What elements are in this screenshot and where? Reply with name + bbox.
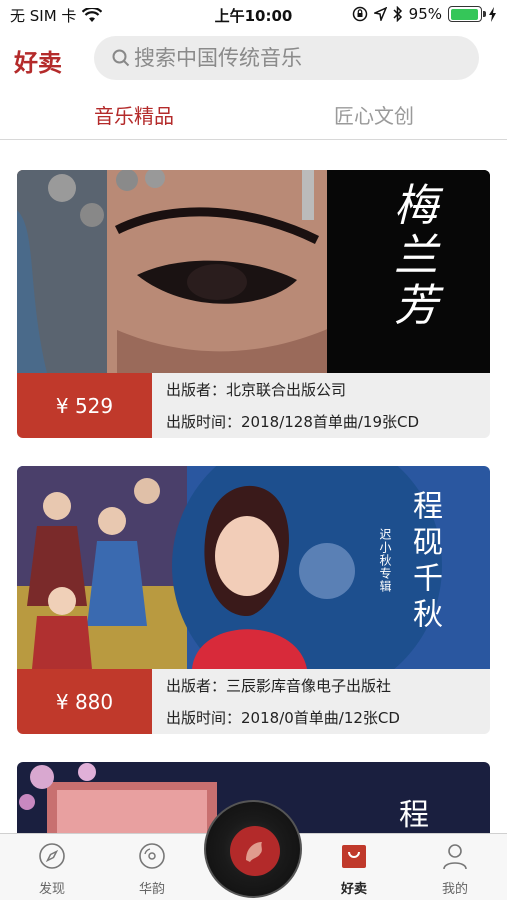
location-icon xyxy=(373,7,387,21)
charging-bolt-icon xyxy=(489,6,496,22)
date-value: 2018/128首单曲/19张CD xyxy=(241,413,420,432)
price-label: ¥ 880 xyxy=(17,669,152,734)
tabbar-label: 发现 xyxy=(38,882,65,897)
compass-icon xyxy=(39,843,65,869)
tabbar-item-shop[interactable]: 好卖 xyxy=(314,842,394,897)
battery-icon xyxy=(448,6,486,22)
product-details: 出版者： 北京联合出版公司 出版时间： 2018/128首单曲/19张CD xyxy=(152,373,490,438)
person-icon xyxy=(443,844,467,870)
cover-subtitle: 迟小秋专辑 xyxy=(378,528,392,593)
product-cover-image: 程砚千秋 迟小秋专辑 xyxy=(17,466,490,669)
header: 好卖 xyxy=(0,30,507,88)
cover-title: 梅兰芳 xyxy=(386,182,437,332)
orientation-lock-icon xyxy=(352,6,367,22)
publisher-row: 出版者： 三辰影库音像电子出版社 xyxy=(166,675,490,696)
bluetooth-icon xyxy=(393,6,402,22)
search-bar[interactable] xyxy=(94,36,479,80)
cover-title: 程砚千秋 xyxy=(407,490,442,634)
publisher-value: 三辰影库音像电子出版社 xyxy=(226,676,392,695)
cover-title: 程 xyxy=(399,798,429,833)
category-tabs: 音乐精品 匠心文创 xyxy=(0,90,507,140)
tabbar-item-profile[interactable]: 我的 xyxy=(415,842,495,897)
search-input[interactable] xyxy=(134,46,454,70)
battery-percent: 95% xyxy=(408,5,442,23)
date-row: 出版时间： 2018/0首单曲/12张CD xyxy=(166,707,490,728)
product-info: ¥ 880 出版者： 三辰影库音像电子出版社 出版时间： 2018/0首单曲/1… xyxy=(17,669,490,734)
status-right: 95% xyxy=(352,5,497,23)
publisher-label: 出版者： xyxy=(166,676,227,695)
publisher-label: 出版者： xyxy=(166,380,227,399)
date-value: 2018/0首单曲/12张CD xyxy=(241,709,400,728)
status-bar: 无 SIM 卡 上午10:00 95% xyxy=(0,0,507,30)
product-card[interactable]: 梅兰芳 ¥ 529 出版者： 北京联合出版公司 出版时间： 2018/128首单… xyxy=(17,170,490,438)
record-play-button[interactable] xyxy=(204,800,302,898)
date-row: 出版时间： 2018/128首单曲/19张CD xyxy=(166,411,490,432)
search-icon xyxy=(112,49,130,67)
product-cover-image: 梅兰芳 xyxy=(17,170,490,373)
tabbar-item-discover[interactable]: 发现 xyxy=(12,842,92,897)
publisher-value: 北京联合出版公司 xyxy=(226,380,347,399)
tabbar-label: 华韵 xyxy=(138,882,165,897)
bottom-tab-bar: 发现 华韵 好卖 我的 xyxy=(0,800,507,900)
record-center-icon xyxy=(230,826,280,876)
disc-icon xyxy=(139,843,165,869)
product-info: ¥ 529 出版者： 北京联合出版公司 出版时间： 2018/128首单曲/19… xyxy=(17,373,490,438)
tabbar-label: 我的 xyxy=(441,882,468,897)
page-title: 好卖 xyxy=(14,49,62,77)
date-label: 出版时间： xyxy=(166,413,242,432)
tabbar-item-huayun[interactable]: 华韵 xyxy=(112,842,192,897)
date-label: 出版时间： xyxy=(166,709,242,728)
product-card[interactable]: 程砚千秋 迟小秋专辑 ¥ 880 出版者： 三辰影库音像电子出版社 出版时间： … xyxy=(17,466,490,734)
tab-crafts[interactable]: 匠心文创 xyxy=(274,100,474,129)
product-list[interactable]: 梅兰芳 ¥ 529 出版者： 北京联合出版公司 出版时间： 2018/128首单… xyxy=(0,141,507,833)
shopping-bag-icon xyxy=(342,845,366,868)
price-label: ¥ 529 xyxy=(17,373,152,438)
publisher-row: 出版者： 北京联合出版公司 xyxy=(166,379,490,400)
tab-music[interactable]: 音乐精品 xyxy=(34,100,234,129)
tabbar-label: 好卖 xyxy=(340,882,367,897)
product-details: 出版者： 三辰影库音像电子出版社 出版时间： 2018/0首单曲/12张CD xyxy=(152,669,490,734)
